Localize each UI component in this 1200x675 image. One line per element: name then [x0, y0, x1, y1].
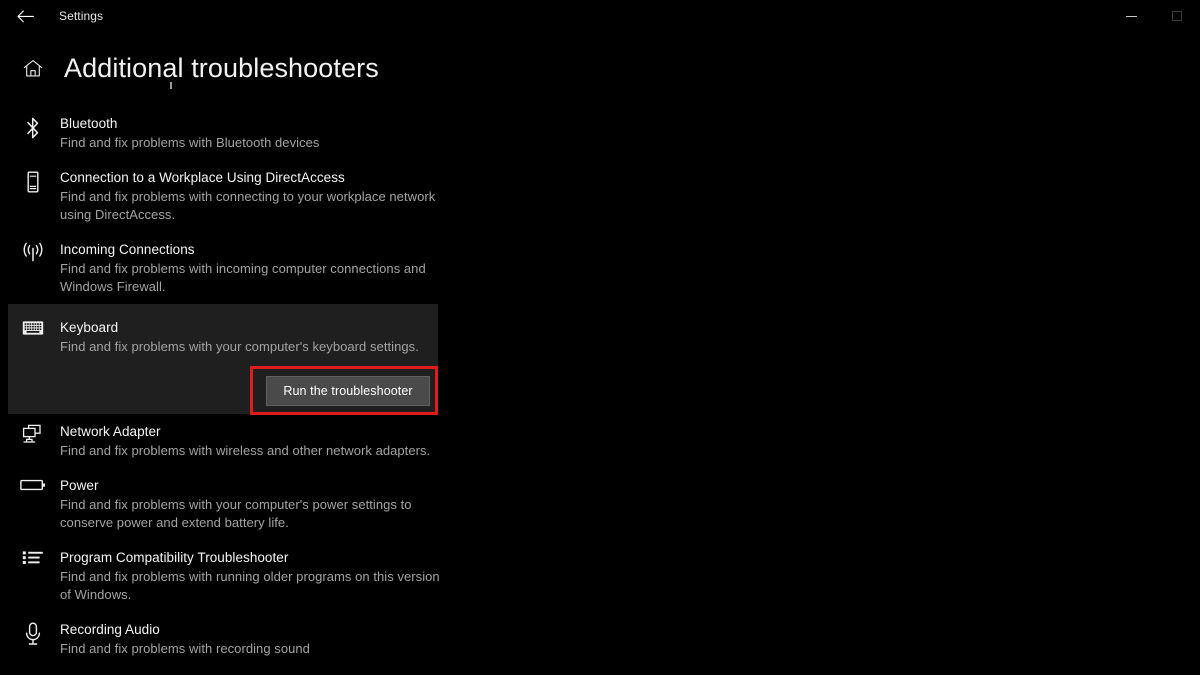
list-item-directaccess[interactable]: Connection to a Workplace Using DirectAc…: [0, 160, 470, 232]
list-item-title: Bluetooth: [60, 116, 118, 131]
list-item-keyboard[interactable]: Keyboard Find and fix problems with your…: [8, 304, 438, 415]
microphone-icon: [18, 622, 48, 658]
title-bar: Settings: [0, 0, 1200, 32]
list-item-title: Network Adapter: [60, 424, 161, 439]
page-header: Additional troubleshooters: [0, 46, 379, 90]
list-item-title: Program Compatibility Troubleshooter: [60, 550, 289, 565]
broadcast-antenna-icon: [18, 242, 48, 296]
list-item-text: Keyboard Find and fix problems with your…: [60, 318, 433, 356]
list-item-power[interactable]: Power Find and fix problems with your co…: [0, 468, 470, 540]
maximize-icon: [1172, 11, 1182, 21]
home-icon[interactable]: [18, 53, 48, 83]
list-item-title: Keyboard: [60, 320, 119, 335]
list-icon: [18, 550, 48, 604]
list-item-text: Bluetooth Find and fix problems with Blu…: [60, 114, 333, 152]
minimize-button[interactable]: [1108, 0, 1154, 32]
titlebar-title: Settings: [59, 9, 104, 23]
list-item-text: Connection to a Workplace Using DirectAc…: [60, 168, 454, 224]
list-item-text: Power Find and fix problems with your co…: [60, 476, 454, 532]
list-item-text: Incoming Connections Find and fix proble…: [60, 240, 454, 296]
list-item-text: Network Adapter Find and fix problems wi…: [60, 422, 444, 460]
window-controls: [1108, 0, 1200, 32]
list-item-description: Find and fix problems with wireless and …: [60, 443, 431, 458]
minimize-icon: [1125, 15, 1137, 17]
back-button[interactable]: [12, 4, 38, 28]
list-item-description: Find and fix problems with recording sou…: [60, 641, 310, 656]
list-item-incoming-connections[interactable]: Incoming Connections Find and fix proble…: [0, 232, 470, 304]
maximize-button[interactable]: [1154, 0, 1200, 32]
bluetooth-icon: [18, 116, 48, 152]
list-item-title: Power: [60, 478, 99, 493]
list-item-text: Program Compatibility Troubleshooter Fin…: [60, 548, 454, 604]
title-artifact-dot: [170, 82, 172, 89]
list-item-recording-audio[interactable]: Recording Audio Find and fix problems wi…: [0, 612, 470, 666]
settings-window: Settings Additional troubleshooters Blue…: [0, 0, 1200, 675]
list-item-description: Find and fix problems with running older…: [60, 569, 440, 602]
run-troubleshooter-button[interactable]: Run the troubleshooter: [266, 376, 430, 406]
list-item-description: Find and fix problems with incoming comp…: [60, 261, 426, 294]
page-title: Additional troubleshooters: [64, 53, 379, 83]
list-item-network-adapter[interactable]: Network Adapter Find and fix problems wi…: [0, 414, 470, 468]
keyboard-action-row: Run the troubleshooter: [8, 356, 438, 415]
list-item-description: Find and fix problems with connecting to…: [60, 189, 436, 222]
list-item-description: Find and fix problems with your computer…: [60, 497, 412, 530]
list-item-title: Connection to a Workplace Using DirectAc…: [60, 170, 345, 185]
list-item-title: Incoming Connections: [60, 242, 195, 257]
list-item-description: Find and fix problems with your computer…: [60, 339, 419, 354]
list-item-description: Find and fix problems with Bluetooth dev…: [60, 135, 320, 150]
keyboard-icon: [18, 320, 48, 356]
battery-icon: [18, 478, 48, 532]
list-item-text: Recording Audio Find and fix problems wi…: [60, 620, 324, 658]
troubleshooter-list: Bluetooth Find and fix problems with Blu…: [0, 106, 470, 666]
mobile-device-icon: [18, 170, 48, 224]
list-item-bluetooth[interactable]: Bluetooth Find and fix problems with Blu…: [0, 106, 470, 160]
list-item-program-compatibility[interactable]: Program Compatibility Troubleshooter Fin…: [0, 540, 470, 612]
list-item-title: Recording Audio: [60, 622, 160, 637]
network-adapter-icon: [18, 424, 48, 460]
